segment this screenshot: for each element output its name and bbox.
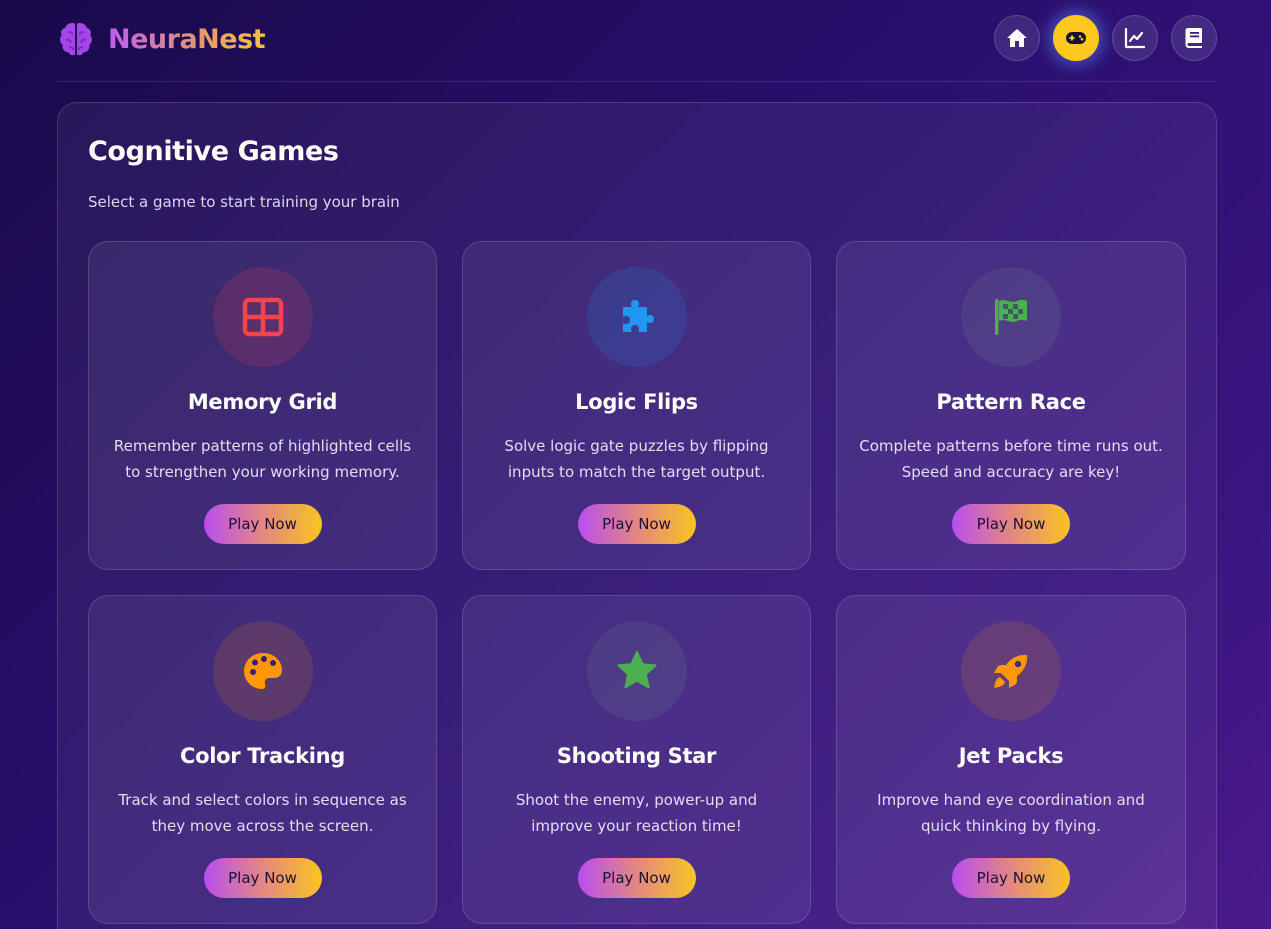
memory-grid-icon-badge [212, 267, 313, 367]
play-now-button[interactable]: Play Now [952, 858, 1070, 898]
palette-icon [243, 653, 282, 689]
top-navbar: NeuraNest [57, 0, 1217, 82]
game-description: Improve hand eye coordination and quick … [877, 791, 1145, 835]
book-icon [1185, 28, 1202, 48]
game-title: Logic Flips [575, 390, 698, 414]
game-title: Color Tracking [179, 744, 346, 768]
star-icon [616, 651, 657, 689]
game-description: Solve logic gate puzzles by flipping inp… [504, 437, 769, 481]
gamepad-icon [1066, 32, 1086, 44]
game-description: Track and select colors in sequence as t… [118, 791, 407, 835]
shooting-star-icon-badge [586, 621, 687, 721]
app-name: NeuraNest [108, 23, 266, 55]
page-subtitle: Select a game to start training your bra… [88, 193, 400, 211]
game-description: Shoot the enemy, power-up and improve yo… [515, 791, 758, 835]
game-title: Shooting Star [556, 744, 717, 768]
grid-icon [242, 297, 283, 337]
nav-games-button[interactable] [1053, 15, 1099, 61]
chart-line-icon [1124, 27, 1146, 49]
logic-flips-icon-badge [586, 267, 687, 367]
game-description: Remember patterns of highlighted cells t… [113, 437, 412, 481]
game-title: Memory Grid [187, 390, 338, 414]
main-nav [981, 15, 1217, 61]
game-card-jet-packs: Jet Packs Improve hand eye coordination … [836, 595, 1186, 924]
puzzle-icon [622, 300, 654, 332]
games-grid: Memory Grid Remember patterns of highlig… [88, 241, 1186, 924]
game-title: Pattern Race [936, 390, 1086, 414]
color-tracking-icon-badge [212, 621, 313, 721]
play-now-button[interactable]: Play Now [952, 504, 1070, 544]
page-title: Cognitive Games [88, 136, 339, 167]
play-now-button[interactable]: Play Now [203, 504, 322, 544]
nav-home-button[interactable] [994, 15, 1040, 61]
game-title: Jet Packs [958, 744, 1064, 768]
brain-icon [60, 23, 92, 56]
home-icon [1007, 29, 1027, 47]
game-card-memory-grid: Memory Grid Remember patterns of highlig… [88, 241, 437, 570]
game-card-pattern-race: Pattern Race Complete patterns before ti… [836, 241, 1186, 570]
game-card-shooting-star: Shooting Star Shoot the enemy, power-up … [462, 595, 811, 924]
play-now-button[interactable]: Play Now [203, 858, 322, 898]
games-panel: Cognitive Games Select a game to start t… [57, 102, 1217, 929]
jet-packs-icon-badge [961, 621, 1061, 721]
rocket-icon [994, 654, 1028, 688]
checkered-flag-icon [995, 299, 1027, 335]
nav-progress-button[interactable] [1112, 15, 1158, 61]
play-now-button[interactable]: Play Now [577, 858, 696, 898]
brand[interactable]: NeuraNest [57, 18, 266, 60]
game-card-color-tracking: Color Tracking Track and select colors i… [88, 595, 437, 924]
game-card-logic-flips: Logic Flips Solve logic gate puzzles by … [462, 241, 811, 570]
play-now-button[interactable]: Play Now [577, 504, 696, 544]
nav-library-button[interactable] [1171, 15, 1217, 61]
game-description: Complete patterns before time runs out. … [859, 437, 1163, 481]
pattern-race-icon-badge [961, 267, 1061, 367]
